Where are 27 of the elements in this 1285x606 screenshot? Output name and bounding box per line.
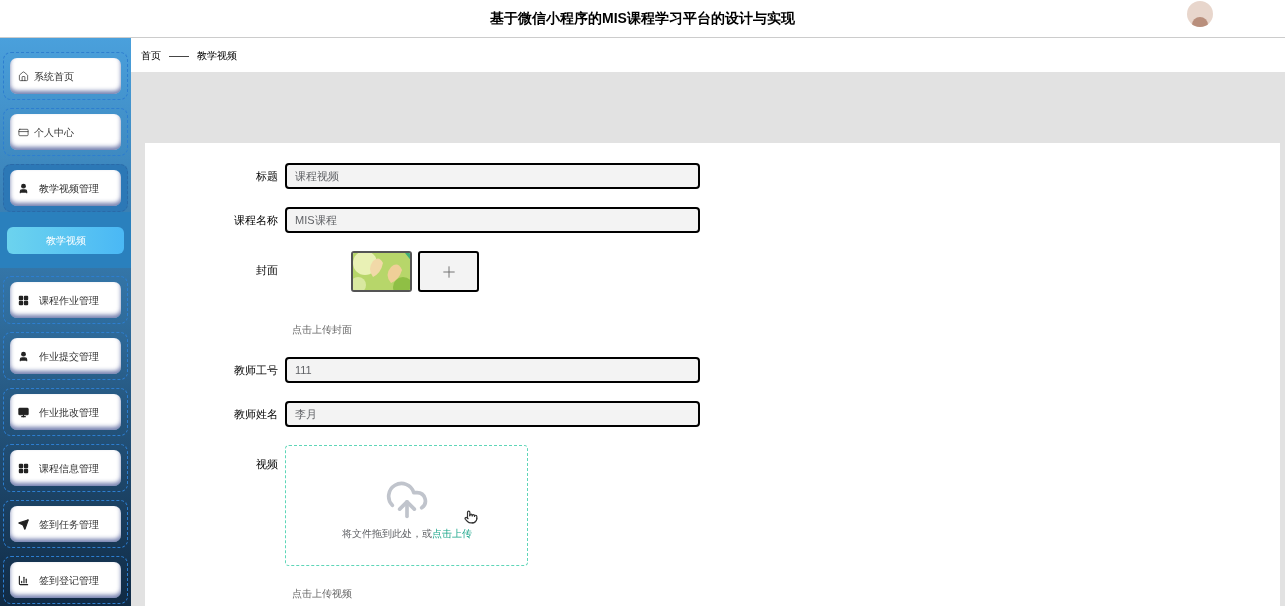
menu-item[interactable]: 签到登记管理	[10, 562, 121, 598]
page-title: 基于微信小程序的MIS课程学习平台的设计与实现	[490, 9, 795, 28]
field-label: 课程名称	[233, 212, 279, 228]
breadcrumb-item[interactable]: 教学视频	[197, 47, 237, 63]
menu-item[interactable]: 系统首页	[10, 58, 121, 94]
menu-item[interactable]: 个人中心	[10, 114, 121, 150]
breadcrumb-separator: ——	[169, 48, 189, 63]
field-label: 视频	[255, 457, 279, 472]
breadcrumb-item[interactable]: 首页	[141, 47, 161, 63]
drop-text: 将文件拖到此处，或点击上传	[341, 527, 472, 541]
field-label: 教师姓名	[233, 406, 279, 422]
field-label: 标题	[255, 168, 279, 184]
menu-item[interactable]: 课程作业管理	[10, 282, 121, 318]
text-field[interactable]: 111	[285, 357, 700, 383]
menu-item[interactable]: 作业提交管理	[10, 338, 121, 374]
field-label: 教师工号	[233, 362, 279, 378]
upload-hint: 点击上传封面	[292, 323, 353, 337]
menu-item[interactable]: 签到任务管理	[10, 506, 121, 542]
upload-hint: 点击上传视频	[292, 587, 353, 601]
upload-dropzone[interactable]: 将文件拖到此处，或点击上传	[285, 445, 528, 566]
field-label: 封面	[255, 263, 279, 278]
text-field[interactable]: 课程视频	[285, 163, 700, 189]
text-field[interactable]: 李月	[285, 401, 700, 427]
menu-item[interactable]: 教学视频管理	[10, 170, 121, 206]
text-field[interactable]: MIS课程	[285, 207, 700, 233]
menu-item[interactable]: 作业批改管理	[10, 394, 121, 430]
menu-item[interactable]: 课程信息管理	[10, 450, 121, 486]
